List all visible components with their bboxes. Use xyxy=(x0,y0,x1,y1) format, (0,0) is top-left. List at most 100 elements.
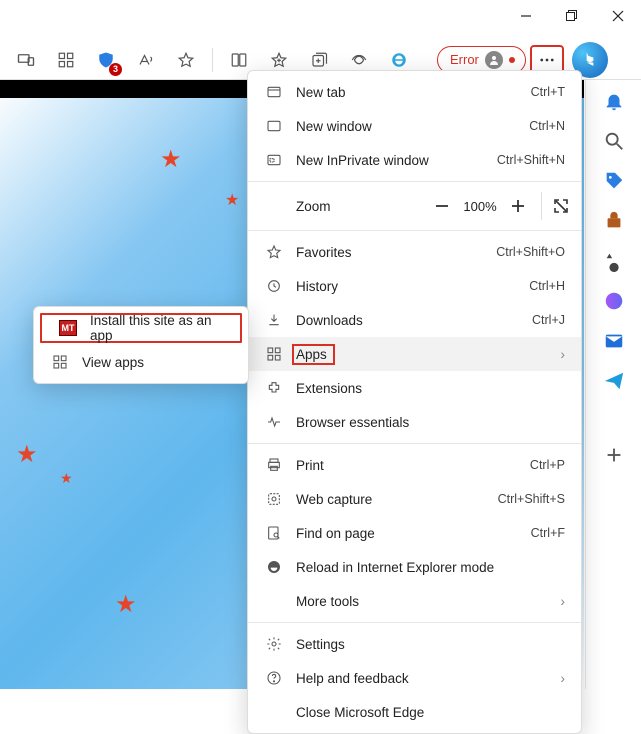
menu-new-window[interactable]: New window Ctrl+N xyxy=(248,109,581,143)
chevron-right-icon: › xyxy=(560,593,565,609)
star-icon xyxy=(262,244,286,260)
menu-label: Close Microsoft Edge xyxy=(296,705,565,720)
capture-icon xyxy=(262,491,286,507)
submenu-install-site[interactable]: MT Install this site as an app xyxy=(40,313,242,343)
favorite-star-icon[interactable] xyxy=(168,44,204,76)
menu-print[interactable]: Print Ctrl+P xyxy=(248,448,581,482)
tools-icon[interactable] xyxy=(603,210,625,232)
menu-label: Reload in Internet Explorer mode xyxy=(286,560,565,575)
menu-label: Settings xyxy=(286,637,565,652)
menu-label: New tab xyxy=(286,85,531,100)
bell-icon[interactable] xyxy=(603,90,625,112)
extension-icon xyxy=(262,380,286,396)
menu-shortcut: Ctrl+Shift+S xyxy=(498,492,565,506)
history-icon xyxy=(262,278,286,294)
menu-shortcut: Ctrl+N xyxy=(529,119,565,133)
print-icon xyxy=(262,457,286,473)
menu-label: Browser essentials xyxy=(286,415,565,430)
menu-shortcut: Ctrl+P xyxy=(530,458,565,472)
menu-shortcut: Ctrl+Shift+O xyxy=(496,245,565,259)
toolbar-divider xyxy=(212,48,213,72)
menu-reload-ie[interactable]: Reload in Internet Explorer mode xyxy=(248,550,581,584)
device-icon[interactable] xyxy=(8,44,44,76)
menu-help[interactable]: Help and feedback › xyxy=(248,661,581,695)
zoom-label: Zoom xyxy=(296,199,427,214)
shield-icon[interactable]: 3 xyxy=(88,44,124,76)
menu-new-tab[interactable]: New tab Ctrl+T xyxy=(248,75,581,109)
add-icon[interactable] xyxy=(603,444,625,466)
outlook-icon[interactable] xyxy=(603,330,625,352)
read-aloud-icon[interactable] xyxy=(128,44,164,76)
menu-apps[interactable]: Apps › xyxy=(248,337,581,371)
error-label: Error xyxy=(450,52,479,67)
menu-label: Apps xyxy=(286,344,560,365)
menu-history[interactable]: History Ctrl+H xyxy=(248,269,581,303)
decorative-star-icon: ★ xyxy=(115,590,137,619)
menu-favorites[interactable]: Favorites Ctrl+Shift+O xyxy=(248,235,581,269)
menu-extensions[interactable]: Extensions xyxy=(248,371,581,405)
menu-downloads[interactable]: Downloads Ctrl+J xyxy=(248,303,581,337)
send-icon[interactable] xyxy=(603,370,625,392)
menu-shortcut: Ctrl+Shift+N xyxy=(497,153,565,167)
inprivate-icon xyxy=(262,152,286,168)
menu-new-inprivate[interactable]: New InPrivate window Ctrl+Shift+N xyxy=(248,143,581,177)
menu-settings[interactable]: Settings xyxy=(248,627,581,661)
window-restore-button[interactable] xyxy=(549,0,595,32)
menu-shortcut: Ctrl+F xyxy=(531,526,565,540)
menu-label: Favorites xyxy=(286,245,496,260)
search-icon[interactable] xyxy=(603,130,625,152)
menu-shortcut: Ctrl+H xyxy=(529,279,565,293)
menu-label: Extensions xyxy=(286,381,565,396)
menu-label: Install this site as an app xyxy=(80,313,224,343)
shopping-tag-icon[interactable] xyxy=(603,170,625,192)
menu-separator xyxy=(248,622,581,623)
games-icon[interactable] xyxy=(603,250,625,272)
menu-label: New InPrivate window xyxy=(286,153,497,168)
error-dot-icon xyxy=(509,57,515,63)
window-close-button[interactable] xyxy=(595,0,641,32)
windows-icon xyxy=(262,118,286,134)
grid-icon[interactable] xyxy=(48,44,84,76)
menu-separator xyxy=(248,230,581,231)
menu-label: Help and feedback xyxy=(286,671,560,686)
menu-capture[interactable]: Web capture Ctrl+Shift+S xyxy=(248,482,581,516)
menu-label: View apps xyxy=(72,355,232,370)
ie-icon xyxy=(262,559,286,575)
decorative-star-icon: ★ xyxy=(60,470,73,487)
help-icon xyxy=(262,670,286,686)
chevron-right-icon: › xyxy=(560,670,565,686)
apps-submenu: MT Install this site as an app View apps xyxy=(33,306,249,384)
menu-shortcut: Ctrl+J xyxy=(532,313,565,327)
pulse-icon xyxy=(262,414,286,430)
window-minimize-button[interactable] xyxy=(503,0,549,32)
menu-label: Downloads xyxy=(286,313,532,328)
menu-label: New window xyxy=(286,119,529,134)
office-icon[interactable] xyxy=(603,290,625,312)
menu-label: Web capture xyxy=(286,492,498,507)
profile-avatar-icon xyxy=(485,51,503,69)
menu-more-tools[interactable]: More tools › xyxy=(248,584,581,618)
menu-essentials[interactable]: Browser essentials xyxy=(248,405,581,439)
tab-icon xyxy=(262,84,286,100)
apps-icon xyxy=(262,346,286,362)
zoom-out-button[interactable] xyxy=(427,191,457,221)
chevron-right-icon: › xyxy=(560,346,565,362)
fullscreen-button[interactable] xyxy=(541,192,569,220)
gear-icon xyxy=(262,636,286,652)
browser-menu: New tab Ctrl+T New window Ctrl+N New InP… xyxy=(247,70,582,734)
menu-find[interactable]: Find on page Ctrl+F xyxy=(248,516,581,550)
decorative-star-icon: ★ xyxy=(225,190,239,210)
zoom-value: 100% xyxy=(457,199,503,214)
menu-shortcut: Ctrl+T xyxy=(531,85,565,99)
zoom-in-button[interactable] xyxy=(503,191,533,221)
shield-badge-count: 3 xyxy=(109,63,122,76)
menu-separator xyxy=(248,181,581,182)
menu-close-edge[interactable]: Close Microsoft Edge xyxy=(248,695,581,729)
menu-label: Find on page xyxy=(286,526,531,541)
decorative-star-icon: ★ xyxy=(16,440,38,469)
decorative-star-icon: ★ xyxy=(160,145,182,174)
menu-zoom-row: Zoom 100% xyxy=(248,186,581,226)
submenu-view-apps[interactable]: View apps xyxy=(34,345,248,379)
find-icon xyxy=(262,525,286,541)
menu-separator xyxy=(248,443,581,444)
